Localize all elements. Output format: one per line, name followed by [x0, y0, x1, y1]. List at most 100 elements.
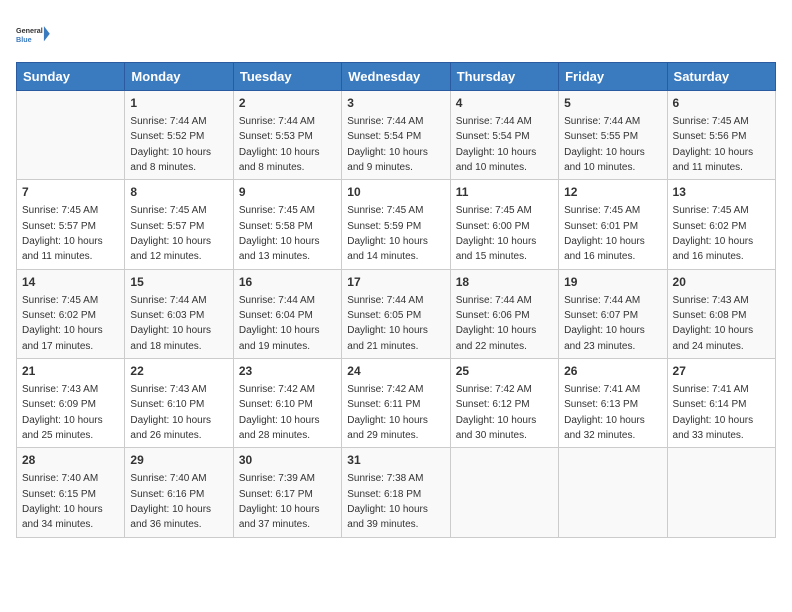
- sunrise-text: Sunrise: 7:43 AM: [130, 384, 206, 395]
- calendar-cell: 4 Sunrise: 7:44 AM Sunset: 5:54 PM Dayli…: [450, 91, 558, 180]
- daylight-text: Daylight: 10 hours and 10 minutes.: [456, 147, 537, 173]
- sunrise-text: Sunrise: 7:45 AM: [22, 205, 98, 216]
- calendar-cell: 28 Sunrise: 7:40 AM Sunset: 6:15 PM Dayl…: [17, 448, 125, 537]
- calendar-cell: 10 Sunrise: 7:45 AM Sunset: 5:59 PM Dayl…: [342, 180, 450, 269]
- day-number: 5: [564, 95, 661, 112]
- column-header-saturday: Saturday: [667, 63, 775, 91]
- day-number: 6: [673, 95, 770, 112]
- sunrise-text: Sunrise: 7:45 AM: [239, 205, 315, 216]
- sunset-text: Sunset: 6:05 PM: [347, 310, 421, 321]
- sunrise-text: Sunrise: 7:43 AM: [673, 295, 749, 306]
- calendar-cell: [559, 448, 667, 537]
- day-number: 4: [456, 95, 553, 112]
- column-header-monday: Monday: [125, 63, 233, 91]
- calendar-cell: [667, 448, 775, 537]
- sunrise-text: Sunrise: 7:45 AM: [673, 116, 749, 127]
- calendar-cell: 29 Sunrise: 7:40 AM Sunset: 6:16 PM Dayl…: [125, 448, 233, 537]
- calendar-cell: [450, 448, 558, 537]
- sunset-text: Sunset: 6:02 PM: [22, 310, 96, 321]
- daylight-text: Daylight: 10 hours and 21 minutes.: [347, 325, 428, 351]
- sunset-text: Sunset: 5:54 PM: [347, 131, 421, 142]
- daylight-text: Daylight: 10 hours and 37 minutes.: [239, 504, 320, 530]
- sunrise-text: Sunrise: 7:41 AM: [673, 384, 749, 395]
- calendar-cell: 2 Sunrise: 7:44 AM Sunset: 5:53 PM Dayli…: [233, 91, 341, 180]
- daylight-text: Daylight: 10 hours and 14 minutes.: [347, 236, 428, 262]
- daylight-text: Daylight: 10 hours and 34 minutes.: [22, 504, 103, 530]
- day-number: 30: [239, 452, 336, 469]
- daylight-text: Daylight: 10 hours and 8 minutes.: [130, 147, 211, 173]
- sunrise-text: Sunrise: 7:44 AM: [564, 295, 640, 306]
- sunset-text: Sunset: 6:01 PM: [564, 221, 638, 232]
- daylight-text: Daylight: 10 hours and 11 minutes.: [22, 236, 103, 262]
- day-number: 7: [22, 184, 119, 201]
- sunset-text: Sunset: 5:53 PM: [239, 131, 313, 142]
- day-number: 26: [564, 363, 661, 380]
- calendar-cell: 12 Sunrise: 7:45 AM Sunset: 6:01 PM Dayl…: [559, 180, 667, 269]
- sunset-text: Sunset: 5:52 PM: [130, 131, 204, 142]
- calendar-cell: 20 Sunrise: 7:43 AM Sunset: 6:08 PM Dayl…: [667, 269, 775, 358]
- day-number: 23: [239, 363, 336, 380]
- sunset-text: Sunset: 6:10 PM: [239, 399, 313, 410]
- daylight-text: Daylight: 10 hours and 23 minutes.: [564, 325, 645, 351]
- sunrise-text: Sunrise: 7:45 AM: [673, 205, 749, 216]
- page-header: GeneralBlue: [16, 16, 776, 52]
- sunrise-text: Sunrise: 7:44 AM: [239, 295, 315, 306]
- calendar-cell: 16 Sunrise: 7:44 AM Sunset: 6:04 PM Dayl…: [233, 269, 341, 358]
- daylight-text: Daylight: 10 hours and 15 minutes.: [456, 236, 537, 262]
- sunset-text: Sunset: 5:57 PM: [130, 221, 204, 232]
- calendar-cell: 14 Sunrise: 7:45 AM Sunset: 6:02 PM Dayl…: [17, 269, 125, 358]
- calendar-table: SundayMondayTuesdayWednesdayThursdayFrid…: [16, 62, 776, 538]
- calendar-week-row: 7 Sunrise: 7:45 AM Sunset: 5:57 PM Dayli…: [17, 180, 776, 269]
- sunrise-text: Sunrise: 7:42 AM: [347, 384, 423, 395]
- sunrise-text: Sunrise: 7:42 AM: [239, 384, 315, 395]
- day-number: 10: [347, 184, 444, 201]
- daylight-text: Daylight: 10 hours and 12 minutes.: [130, 236, 211, 262]
- calendar-cell: 15 Sunrise: 7:44 AM Sunset: 6:03 PM Dayl…: [125, 269, 233, 358]
- calendar-cell: 21 Sunrise: 7:43 AM Sunset: 6:09 PM Dayl…: [17, 359, 125, 448]
- sunset-text: Sunset: 6:12 PM: [456, 399, 530, 410]
- sunset-text: Sunset: 6:09 PM: [22, 399, 96, 410]
- sunset-text: Sunset: 5:58 PM: [239, 221, 313, 232]
- calendar-cell: 18 Sunrise: 7:44 AM Sunset: 6:06 PM Dayl…: [450, 269, 558, 358]
- sunrise-text: Sunrise: 7:45 AM: [347, 205, 423, 216]
- daylight-text: Daylight: 10 hours and 11 minutes.: [673, 147, 754, 173]
- sunrise-text: Sunrise: 7:44 AM: [564, 116, 640, 127]
- day-number: 22: [130, 363, 227, 380]
- daylight-text: Daylight: 10 hours and 28 minutes.: [239, 415, 320, 441]
- sunrise-text: Sunrise: 7:44 AM: [239, 116, 315, 127]
- sunrise-text: Sunrise: 7:42 AM: [456, 384, 532, 395]
- calendar-cell: 7 Sunrise: 7:45 AM Sunset: 5:57 PM Dayli…: [17, 180, 125, 269]
- calendar-cell: 5 Sunrise: 7:44 AM Sunset: 5:55 PM Dayli…: [559, 91, 667, 180]
- day-number: 2: [239, 95, 336, 112]
- day-number: 24: [347, 363, 444, 380]
- day-number: 20: [673, 274, 770, 291]
- sunset-text: Sunset: 5:59 PM: [347, 221, 421, 232]
- calendar-cell: 9 Sunrise: 7:45 AM Sunset: 5:58 PM Dayli…: [233, 180, 341, 269]
- calendar-cell: 30 Sunrise: 7:39 AM Sunset: 6:17 PM Dayl…: [233, 448, 341, 537]
- sunrise-text: Sunrise: 7:44 AM: [347, 295, 423, 306]
- sunrise-text: Sunrise: 7:44 AM: [456, 116, 532, 127]
- calendar-cell: 23 Sunrise: 7:42 AM Sunset: 6:10 PM Dayl…: [233, 359, 341, 448]
- sunrise-text: Sunrise: 7:45 AM: [130, 205, 206, 216]
- sunrise-text: Sunrise: 7:45 AM: [564, 205, 640, 216]
- day-number: 18: [456, 274, 553, 291]
- day-number: 12: [564, 184, 661, 201]
- day-number: 9: [239, 184, 336, 201]
- calendar-cell: 6 Sunrise: 7:45 AM Sunset: 5:56 PM Dayli…: [667, 91, 775, 180]
- calendar-cell: 27 Sunrise: 7:41 AM Sunset: 6:14 PM Dayl…: [667, 359, 775, 448]
- sunrise-text: Sunrise: 7:44 AM: [130, 116, 206, 127]
- sunset-text: Sunset: 6:10 PM: [130, 399, 204, 410]
- calendar-cell: 26 Sunrise: 7:41 AM Sunset: 6:13 PM Dayl…: [559, 359, 667, 448]
- sunset-text: Sunset: 6:08 PM: [673, 310, 747, 321]
- daylight-text: Daylight: 10 hours and 8 minutes.: [239, 147, 320, 173]
- sunset-text: Sunset: 5:55 PM: [564, 131, 638, 142]
- day-number: 13: [673, 184, 770, 201]
- daylight-text: Daylight: 10 hours and 18 minutes.: [130, 325, 211, 351]
- calendar-cell: 22 Sunrise: 7:43 AM Sunset: 6:10 PM Dayl…: [125, 359, 233, 448]
- calendar-cell: 8 Sunrise: 7:45 AM Sunset: 5:57 PM Dayli…: [125, 180, 233, 269]
- sunrise-text: Sunrise: 7:40 AM: [130, 473, 206, 484]
- column-header-tuesday: Tuesday: [233, 63, 341, 91]
- daylight-text: Daylight: 10 hours and 29 minutes.: [347, 415, 428, 441]
- sunrise-text: Sunrise: 7:44 AM: [130, 295, 206, 306]
- day-number: 27: [673, 363, 770, 380]
